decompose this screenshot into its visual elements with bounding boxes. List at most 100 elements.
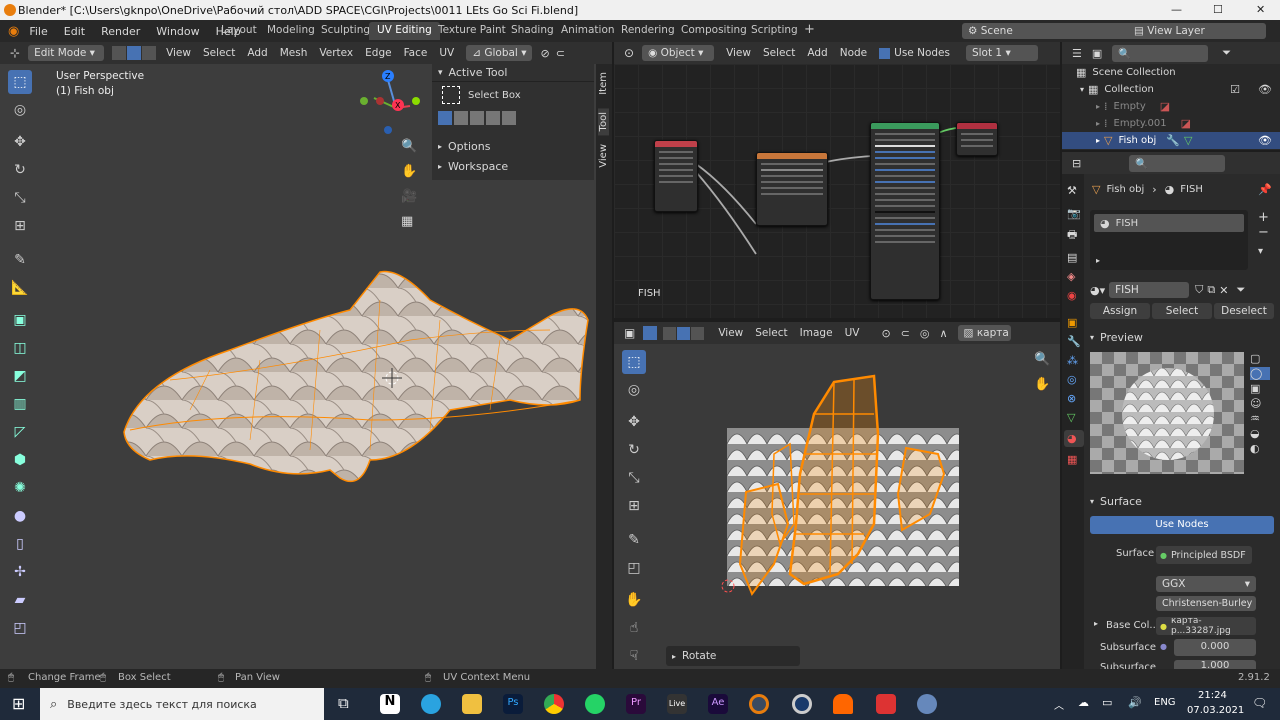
preview-cube-icon[interactable]: ▣ — [1250, 382, 1270, 395]
mode-invert-icon[interactable] — [486, 111, 500, 125]
uv-grab-tool-icon[interactable]: ✋ — [622, 588, 646, 612]
face-select-icon[interactable] — [142, 46, 157, 60]
outliner-row-fish-obj[interactable]: ▸ ▽ Fish obj 🔧 ▽ 👁 — [1062, 132, 1280, 149]
scene-selector[interactable]: ⚙ Scene — [962, 23, 1138, 39]
options-header[interactable]: ▸ Options — [432, 136, 594, 156]
properties-search-field[interactable]: 🔍 — [1129, 154, 1226, 172]
preview-shaderball-icon[interactable]: ◒ — [1250, 427, 1270, 440]
subsurface-radius-field[interactable]: 1.000 — [1174, 660, 1256, 669]
slot-menu-icon[interactable]: ▾ — [1258, 246, 1274, 257]
uv-islands[interactable] — [734, 374, 964, 624]
particles-props-icon[interactable]: ⁂ — [1067, 354, 1084, 367]
data-props-icon[interactable]: ▽ — [1067, 411, 1084, 424]
mode-selector[interactable]: Edit Mode ▾ — [28, 45, 105, 61]
outliner-row-empty[interactable]: ▸ ⁞ Empty ◪ — [1062, 98, 1280, 115]
eye-icon[interactable]: 👁 — [1258, 134, 1272, 147]
mode-set-icon[interactable] — [438, 111, 452, 125]
node-texture-coordinate[interactable] — [654, 140, 698, 212]
surface-panel-header[interactable]: ▾ Surface — [1090, 492, 1274, 510]
uv-vertex-icon[interactable] — [663, 326, 677, 340]
physics-props-icon[interactable]: ◎ — [1067, 373, 1084, 386]
tool-props-icon[interactable]: ⚒ — [1067, 184, 1084, 197]
knife-tool-icon[interactable]: ◸ — [8, 420, 32, 444]
node-editor-type-icon[interactable]: ⊙ — [624, 46, 634, 60]
file-explorer-icon[interactable] — [462, 694, 482, 714]
tab-tool[interactable]: Tool — [598, 108, 609, 136]
checkbox-icon[interactable]: ☑ — [1230, 83, 1240, 96]
uv-editor-type-icon[interactable]: ▣ — [624, 326, 635, 340]
edge-slide-tool-icon[interactable]: ▯ — [8, 532, 32, 556]
unlink-icon[interactable]: ✕ — [1219, 284, 1228, 297]
viewport-menu-face[interactable]: Face — [404, 47, 428, 59]
uv-canvas[interactable]: ⬚ ◎ ✥ ↻ ⤡ ⊞ ✎ ◰ ✋ ☝ ☟ 🔍 ✋ ▸ Rotate — [614, 344, 1060, 669]
pin-icon[interactable]: 📌 — [1258, 183, 1272, 196]
uv-pan-icon[interactable]: ✋ — [1034, 377, 1054, 392]
obs-app-icon[interactable] — [792, 694, 812, 714]
uv-move-tool-icon[interactable]: ✥ — [622, 410, 646, 434]
tray-time[interactable]: 21:24 — [1198, 690, 1227, 701]
close-icon[interactable]: ✕ — [1256, 3, 1265, 16]
outliner-row-collection[interactable]: ▾ ▦ Collection ☑ 👁 — [1062, 81, 1280, 98]
uv-cursor-tool-icon[interactable]: ◎ — [622, 378, 646, 402]
slot-selector[interactable]: Slot 1 ▾ — [965, 45, 1038, 61]
uv-annotate-tool-icon[interactable]: ✎ — [622, 528, 646, 552]
select-button[interactable]: Select — [1152, 303, 1212, 319]
rip-tool-icon[interactable]: ◰ — [8, 616, 32, 640]
menu-file[interactable]: File — [29, 25, 47, 38]
image-selector[interactable]: ▨ карта — [957, 325, 1011, 341]
uv-pivot-icon[interactable]: ⊙ — [881, 327, 890, 340]
tab-view[interactable]: View — [598, 144, 609, 168]
app-icon-red[interactable] — [876, 694, 896, 714]
material-browse-icon[interactable]: ◕▾ — [1090, 284, 1105, 297]
view-layer-props-icon[interactable]: ▤ — [1067, 251, 1084, 264]
view-layer-selector[interactable]: ▤ View Layer — [1128, 23, 1266, 39]
move-tool-icon[interactable]: ✥ — [8, 130, 32, 154]
preview-monkey-icon[interactable]: ☺ — [1250, 397, 1270, 410]
zoom-icon[interactable]: 🔍 — [401, 139, 421, 154]
pivot-icon[interactable]: ⊘ — [540, 47, 549, 60]
notification-icon[interactable]: 🗨 — [1252, 696, 1267, 710]
select-box-tool-icon[interactable]: ⬚ — [8, 70, 32, 94]
navigation-gizmo[interactable]: Z X — [352, 68, 432, 140]
orientation-selector[interactable]: ⊿ Global ▾ — [466, 45, 533, 61]
taskbar-search-box[interactable]: ⌕ Введите здесь текст для поиска — [40, 688, 324, 720]
uv-menu-image[interactable]: Image — [800, 327, 833, 339]
node-menu-node[interactable]: Node — [840, 47, 867, 59]
object-props-icon[interactable]: ▣ — [1067, 316, 1084, 329]
uv-falloff-icon[interactable]: ∧ — [939, 327, 947, 340]
cursor-tool-icon[interactable]: ◎ — [8, 98, 32, 122]
grid-perspective-icon[interactable]: ▦ — [401, 214, 421, 229]
node-menu-select[interactable]: Select — [763, 47, 795, 59]
chrome-app-icon[interactable] — [544, 694, 564, 714]
premiere-app-icon[interactable]: Pr — [626, 694, 646, 714]
windows-start-icon[interactable]: ⊞ — [12, 694, 25, 713]
texture-props-icon[interactable]: ▦ — [1067, 453, 1084, 466]
node-menu-add[interactable]: Add — [807, 47, 827, 59]
remove-slot-icon[interactable]: − — [1258, 225, 1274, 240]
node-menu-view[interactable]: View — [726, 47, 751, 59]
editor-type-icon[interactable]: ⊹ — [10, 46, 20, 60]
subsurface-method-dropdown[interactable]: Christensen-Burley — [1156, 596, 1256, 611]
spin-tool-icon[interactable]: ✺ — [8, 476, 32, 500]
whatsapp-app-icon[interactable] — [585, 694, 605, 714]
material-name-field[interactable]: FISH — [1109, 282, 1190, 298]
mode-subtract-icon[interactable] — [470, 111, 484, 125]
active-tool-header[interactable]: ▾ Active Tool — [432, 64, 594, 82]
outliner-search-field[interactable]: 🔍 — [1112, 44, 1209, 62]
viewport-menu-mesh[interactable]: Mesh — [280, 47, 308, 59]
node-material-output[interactable] — [956, 122, 998, 156]
tray-network-icon[interactable]: ☁ — [1078, 696, 1089, 709]
shear-tool-icon[interactable]: ▰ — [8, 588, 32, 612]
node-canvas[interactable]: FISH — [614, 64, 1060, 318]
outliner-row-scene[interactable]: ▦ Scene Collection — [1062, 64, 1280, 81]
display-mode-icon[interactable]: ▣ — [1092, 47, 1102, 60]
preview-panel-header[interactable]: ▾ Preview — [1090, 328, 1274, 346]
measure-tool-icon[interactable]: 📐 — [8, 276, 32, 300]
telegram-app-icon[interactable] — [421, 694, 441, 714]
shader-type-selector[interactable]: ◉ Object ▾ — [642, 45, 715, 61]
scene-props-icon[interactable]: ◈ — [1067, 270, 1084, 283]
poly-build-tool-icon[interactable]: ⬢ — [8, 448, 32, 472]
tab-layout[interactable]: Layout — [213, 22, 265, 40]
eye-icon[interactable]: 👁 — [1258, 83, 1272, 96]
notion-app-icon[interactable]: N — [380, 694, 400, 714]
